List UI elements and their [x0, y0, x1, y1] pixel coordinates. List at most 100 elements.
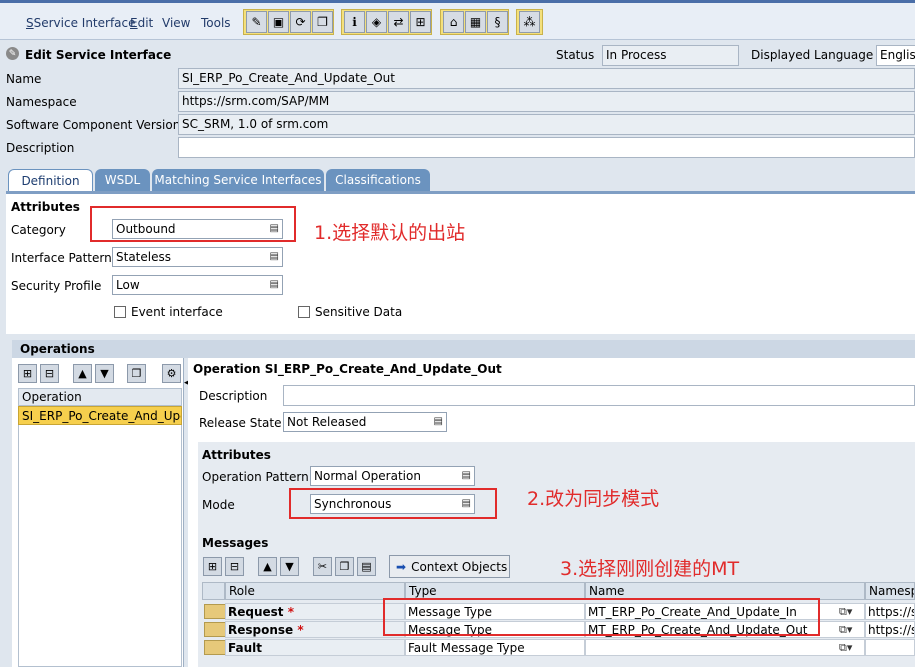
menu-view[interactable]: View — [162, 16, 190, 30]
save-icon[interactable]: ▣ — [268, 11, 289, 33]
table-icon[interactable]: ▦ — [465, 11, 486, 33]
value-help-icon[interactable]: ⧉▾ — [839, 605, 852, 619]
pencil-icon[interactable]: ✎ — [246, 11, 267, 33]
dropdown-icon: ▤ — [269, 251, 279, 262]
row-selector[interactable] — [204, 604, 226, 619]
paste-icon[interactable]: ▤ — [357, 557, 376, 576]
navigate-icon[interactable]: ⇄ — [388, 11, 409, 33]
attributes-title: Attributes — [11, 200, 80, 214]
message-namespace-cell: https://srr — [865, 603, 915, 620]
compare-icon[interactable]: ⊞ — [410, 11, 431, 33]
operation-pattern-select[interactable]: Normal Operation ▤ — [310, 466, 475, 486]
event-interface-checkbox[interactable] — [114, 306, 126, 318]
move-up-icon[interactable]: ▲ — [258, 557, 277, 576]
category-label: Category — [11, 223, 66, 237]
mode-label: Mode — [202, 498, 235, 512]
annotation-step-1: 1.选择默认的出站 — [314, 222, 466, 244]
messages-title: Messages — [202, 536, 269, 550]
refresh-icon[interactable]: ⟳ — [290, 11, 311, 33]
table-select-all[interactable] — [202, 582, 225, 600]
release-state-label: Release State — [199, 416, 282, 430]
row-selector[interactable] — [204, 640, 226, 655]
hat-icon[interactable]: ⌂ — [443, 11, 464, 33]
menu-tools[interactable]: Tools — [201, 16, 231, 30]
scroll-icon[interactable]: § — [487, 11, 508, 33]
tab-wsdl[interactable]: WSDL — [95, 169, 150, 191]
operation-column-header: Operation — [18, 388, 182, 406]
move-down-icon[interactable]: ▼ — [95, 364, 114, 383]
message-name-cell[interactable] — [585, 639, 865, 656]
highlight-box-category — [90, 206, 296, 242]
status-label: Status — [556, 48, 595, 62]
message-namespace-cell — [865, 639, 915, 656]
settings-icon[interactable]: ⚙ — [162, 364, 181, 383]
annotation-step-3: 3.选择刚刚创建的MT — [560, 558, 740, 580]
eraser-icon[interactable]: ◈ — [366, 11, 387, 33]
dropdown-icon: ▤ — [433, 416, 443, 427]
menu-label: Service Interface — [33, 16, 136, 30]
message-role-cell: Response * — [225, 621, 405, 638]
language-field[interactable]: Englis — [876, 45, 915, 66]
edit-icon: ✎ — [6, 47, 19, 60]
page-title: Edit Service Interface — [25, 48, 172, 62]
row-selector[interactable] — [204, 622, 226, 637]
security-profile-select[interactable]: Low ▤ — [112, 275, 283, 295]
highlight-box-message-types — [383, 598, 820, 636]
copy-message-icon[interactable]: ❐ — [335, 557, 354, 576]
scv-label: Software Component Version — [6, 118, 181, 132]
operation-description-field[interactable] — [283, 385, 915, 406]
required-icon: * — [283, 605, 294, 619]
context-objects-label: Context Objects — [411, 559, 508, 574]
move-up-icon[interactable]: ▲ — [73, 364, 92, 383]
tab-matching-service-interfaces[interactable]: Matching Service Interfaces — [152, 169, 324, 191]
value-help-icon[interactable]: ⧉▾ — [839, 641, 852, 655]
namespace-label: Namespace — [6, 95, 77, 109]
menu-edit[interactable]: Edit — [130, 16, 153, 30]
interface-pattern-select[interactable]: Stateless ▤ — [112, 247, 283, 267]
name-label: Name — [6, 72, 42, 86]
release-state-value: Not Released — [287, 415, 367, 429]
sensitive-data-checkbox[interactable] — [298, 306, 310, 318]
delete-row-icon[interactable]: ⊟ — [40, 364, 59, 383]
move-down-icon[interactable]: ▼ — [280, 557, 299, 576]
message-type-cell[interactable]: Fault Message Type — [405, 639, 585, 656]
operation-detail-title: Operation SI_ERP_Po_Create_And_Update_Ou… — [193, 362, 502, 376]
message-namespace-cell: https://srr — [865, 621, 915, 638]
hierarchy-icon[interactable]: ⁂ — [519, 11, 540, 33]
event-interface-label: Event interface — [131, 305, 223, 319]
add-message-icon[interactable]: ⊞ — [203, 557, 222, 576]
info-icon[interactable]: ℹ — [344, 11, 365, 33]
message-role-cell: Request * — [225, 603, 405, 620]
scv-field: SC_SRM, 1.0 of srm.com — [178, 114, 915, 135]
name-field: SI_ERP_Po_Create_And_Update_Out — [178, 68, 915, 89]
menu-bar: SService Interface Edit View Tools ✎ ▣ ⟳… — [0, 0, 915, 40]
operation-description-label: Description — [199, 389, 268, 403]
delete-message-icon[interactable]: ⊟ — [225, 557, 244, 576]
role-text: Request — [228, 605, 284, 619]
operation-pattern-value: Normal Operation — [314, 469, 421, 483]
interface-pattern-label: Interface Pattern — [11, 251, 112, 265]
copy-row-icon[interactable]: ❐ — [127, 364, 146, 383]
description-field[interactable] — [178, 137, 915, 158]
highlight-box-mode — [289, 488, 497, 519]
security-profile-value: Low — [116, 278, 140, 292]
operation-list-item[interactable]: SI_ERP_Po_Create_And_Update_Out — [18, 406, 182, 425]
value-help-icon[interactable]: ⧉▾ — [839, 623, 852, 637]
cut-icon[interactable]: ✂ — [313, 557, 332, 576]
tab-definition[interactable]: Definition — [8, 169, 93, 191]
namespace-field: https://srm.com/SAP/MM — [178, 91, 915, 112]
dropdown-icon: ▤ — [269, 279, 279, 290]
dropdown-icon: ▤ — [461, 470, 471, 481]
tab-classifications[interactable]: Classifications — [326, 169, 430, 191]
message-role-cell: Fault — [225, 639, 405, 656]
copy-icon[interactable]: ❐ — [312, 11, 333, 33]
menu-service-interface[interactable]: SService Interface — [26, 16, 136, 30]
security-profile-label: Security Profile — [11, 279, 102, 293]
sensitive-data-label: Sensitive Data — [315, 305, 403, 319]
add-row-icon[interactable]: ⊞ — [18, 364, 37, 383]
release-state-select[interactable]: Not Released ▤ — [283, 412, 447, 432]
column-header-namespace: Namesp — [865, 582, 915, 600]
required-icon: * — [293, 623, 304, 637]
role-text: Fault — [228, 641, 262, 655]
context-objects-button[interactable]: ➡ Context Objects — [389, 555, 510, 578]
